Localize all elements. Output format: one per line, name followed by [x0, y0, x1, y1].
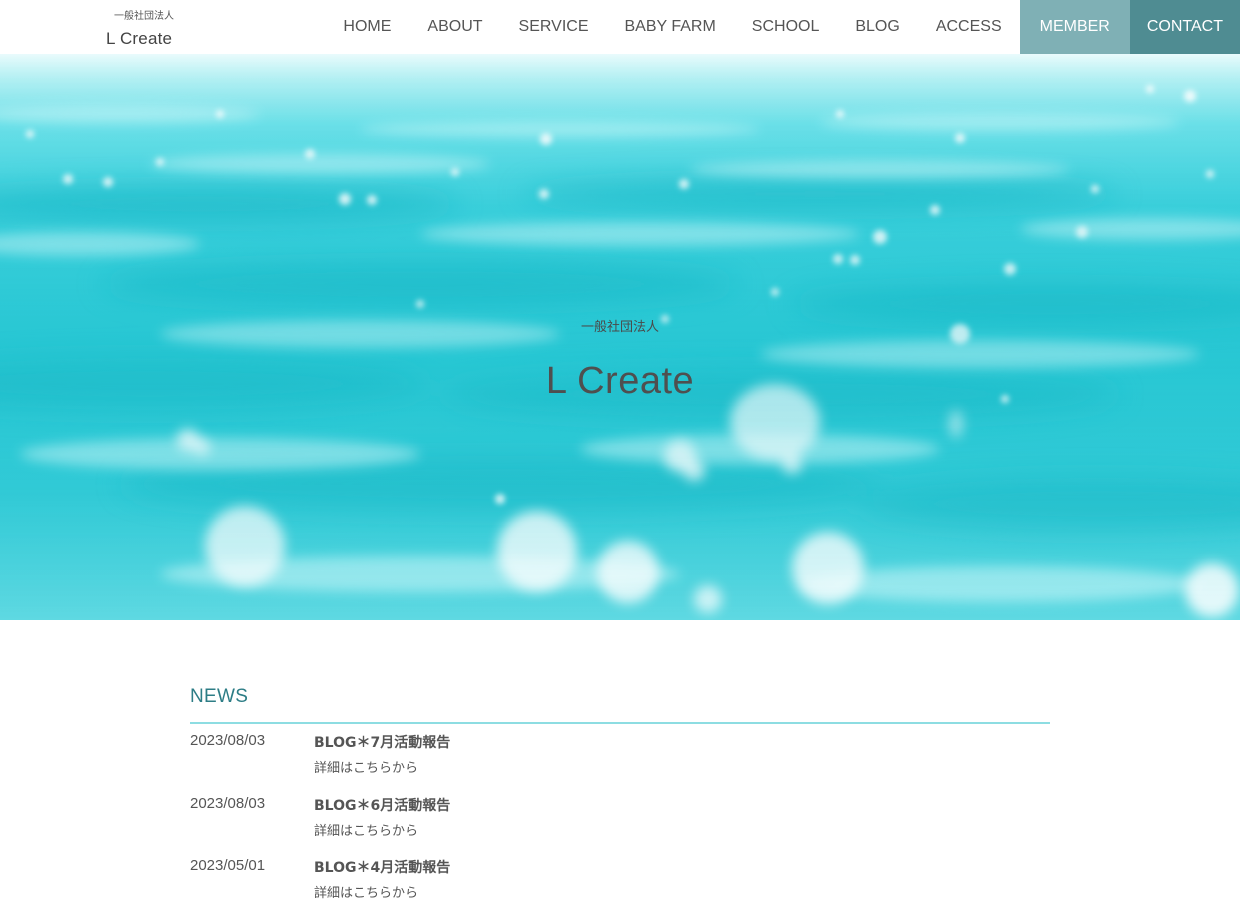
nav-about[interactable]: ABOUT — [409, 0, 500, 54]
nav-access[interactable]: ACCESS — [918, 0, 1020, 54]
news-title-link[interactable]: BLOG＊4月活動報告 — [314, 857, 450, 877]
news-item[interactable]: 2023/08/03 BLOG＊6月活動報告 詳細はこちらから — [190, 793, 1050, 856]
main-nav: HOME ABOUT SERVICE BABY FARM SCHOOL BLOG… — [325, 0, 1240, 54]
news-list: 2023/08/03 BLOG＊7月活動報告 詳細はこちらから 2023/08/… — [190, 730, 1050, 918]
news-divider — [190, 722, 1050, 724]
news-title-link[interactable]: BLOG＊7月活動報告 — [314, 732, 450, 752]
hero-section: 一般社団法人 L Create — [0, 54, 1240, 620]
news-item[interactable]: 2023/05/01 BLOG＊4月活動報告 詳細はこちらから — [190, 855, 1050, 918]
nav-blog[interactable]: BLOG — [837, 0, 917, 54]
news-date: 2023/08/03 — [190, 732, 266, 749]
hero-subtitle: 一般社団法人 — [580, 320, 659, 335]
logo-title: L Create — [106, 29, 173, 48]
news-date: 2023/05/01 — [190, 857, 266, 874]
news-detail-link[interactable]: 詳細はこちらから — [314, 882, 418, 901]
news-detail-link[interactable]: 詳細はこちらから — [314, 820, 418, 839]
nav-school[interactable]: SCHOOL — [734, 0, 838, 54]
nav-contact[interactable]: CONTACT — [1129, 0, 1240, 54]
news-detail-link[interactable]: 詳細はこちらから — [314, 757, 418, 776]
site-header: 一般社団法人 L Create HOME ABOUT SERVICE BABY … — [0, 0, 1240, 54]
nav-baby-farm[interactable]: BABY FARM — [606, 0, 733, 54]
news-heading: NEWS — [190, 686, 249, 707]
news-date: 2023/08/03 — [190, 794, 266, 812]
nav-service[interactable]: SERVICE — [501, 0, 607, 54]
logo-subtitle: 一般社団法人 — [114, 11, 174, 22]
news-title-link[interactable]: BLOG＊6月活動報告 — [314, 795, 450, 815]
nav-member[interactable]: MEMBER — [1019, 0, 1130, 54]
nav-home[interactable]: HOME — [325, 0, 409, 54]
hero-title: L Create — [545, 360, 695, 402]
news-section: NEWS 2023/08/03 BLOG＊7月活動報告 詳細はこちらから 202… — [190, 620, 1050, 901]
news-item[interactable]: 2023/08/03 BLOG＊7月活動報告 詳細はこちらから — [190, 730, 1050, 793]
site-logo[interactable]: 一般社団法人 L Create — [104, 0, 224, 54]
hero-sea-image — [0, 54, 1240, 620]
